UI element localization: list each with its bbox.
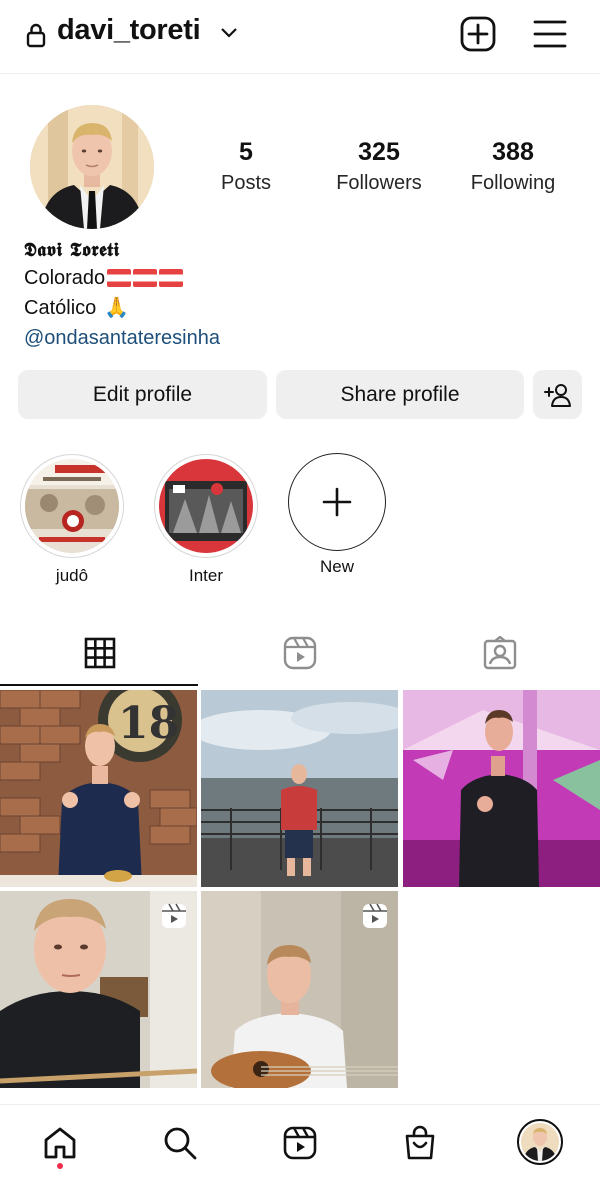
posts-value: 5 bbox=[239, 138, 253, 166]
highlight-ring bbox=[20, 454, 124, 558]
flag-icon bbox=[159, 269, 184, 287]
following-count[interactable]: 388 Following bbox=[443, 136, 583, 198]
profile-avatar[interactable] bbox=[30, 105, 154, 229]
search-icon bbox=[164, 1127, 197, 1160]
menu-icon[interactable] bbox=[533, 18, 567, 50]
top-bar: davi_toreti bbox=[0, 0, 600, 74]
highlight-judo[interactable]: judô bbox=[20, 454, 124, 586]
home-icon bbox=[44, 1127, 76, 1159]
highlight-ring bbox=[154, 454, 258, 558]
post-thumbnail[interactable] bbox=[201, 690, 398, 887]
reels-icon bbox=[283, 1126, 317, 1160]
tagged-icon bbox=[483, 636, 517, 670]
post-image bbox=[403, 690, 600, 887]
new-post-icon[interactable] bbox=[460, 16, 496, 52]
notification-dot bbox=[57, 1163, 63, 1169]
bio-line-2: Católico 🙏 bbox=[24, 293, 584, 323]
chevron-down-icon[interactable] bbox=[220, 26, 238, 40]
highlight-cover bbox=[159, 459, 253, 553]
edit-profile-button[interactable]: Edit profile bbox=[18, 370, 267, 419]
reels-icon bbox=[283, 636, 317, 670]
plus-icon bbox=[322, 487, 352, 517]
bio-text-2: Católico bbox=[24, 297, 97, 319]
bottom-navigation bbox=[0, 1104, 600, 1183]
following-label: Following bbox=[470, 172, 556, 194]
profile-tabs bbox=[0, 620, 600, 688]
reel-badge-icon bbox=[363, 903, 387, 928]
praying-hands-icon: 🙏 bbox=[104, 297, 130, 319]
nav-home[interactable] bbox=[40, 1123, 80, 1163]
grid-icon bbox=[84, 637, 116, 669]
post-thumbnail[interactable] bbox=[403, 690, 600, 887]
posts-label: Posts bbox=[220, 172, 272, 194]
highlight-new[interactable]: New bbox=[288, 453, 386, 577]
new-highlight-circle bbox=[288, 453, 386, 551]
highlight-label: New bbox=[319, 557, 354, 576]
followers-count[interactable]: 325 Followers bbox=[309, 136, 449, 198]
posts-count[interactable]: 5 Posts bbox=[176, 136, 316, 198]
add-person-icon bbox=[543, 383, 571, 407]
reel-badge-icon bbox=[162, 903, 186, 928]
lock-icon bbox=[26, 23, 46, 48]
reel-thumbnail[interactable] bbox=[201, 891, 398, 1088]
highlight-label: judô bbox=[55, 566, 89, 585]
reel-thumbnail[interactable] bbox=[0, 891, 197, 1088]
shop-icon bbox=[405, 1125, 435, 1160]
nav-shop[interactable] bbox=[400, 1123, 440, 1163]
svg-text:18: 18 bbox=[118, 698, 179, 749]
highlight-image bbox=[159, 459, 253, 553]
username[interactable]: davi_toreti bbox=[57, 14, 201, 47]
avatar-photo bbox=[521, 1123, 559, 1161]
nav-reels[interactable] bbox=[280, 1123, 320, 1163]
post-image bbox=[201, 690, 398, 887]
highlight-label: Inter bbox=[188, 566, 224, 585]
highlight-inter[interactable]: Inter bbox=[154, 454, 258, 586]
flag-icon bbox=[107, 269, 132, 287]
flag-icon bbox=[133, 269, 158, 287]
followers-value: 325 bbox=[358, 138, 400, 166]
followers-label: Followers bbox=[336, 172, 422, 194]
nav-profile[interactable] bbox=[517, 1119, 563, 1165]
bio-mention-link[interactable]: @ondasantateresinha bbox=[24, 323, 584, 353]
discover-people-button[interactable] bbox=[533, 370, 582, 419]
profile-avatar-small bbox=[521, 1123, 559, 1161]
avatar-photo bbox=[30, 105, 154, 229]
active-tab-indicator bbox=[0, 684, 198, 686]
tab-posts-grid[interactable] bbox=[0, 620, 200, 686]
bio-line-1: Colorado bbox=[24, 263, 584, 293]
nav-search[interactable] bbox=[160, 1123, 200, 1163]
following-value: 388 bbox=[492, 138, 534, 166]
tab-reels[interactable] bbox=[200, 620, 400, 686]
highlight-image bbox=[25, 459, 119, 553]
display-name: 𝕯𝖆𝖛𝖎 𝕿𝖔𝖗𝖊𝖙𝖎 bbox=[24, 239, 120, 261]
share-profile-button[interactable]: Share profile bbox=[276, 370, 524, 419]
bio-text-1: Colorado bbox=[24, 267, 106, 289]
bio: 𝕯𝖆𝖛𝖎 𝕿𝖔𝖗𝖊𝖙𝖎 Colorado Católico 🙏 @ondasan… bbox=[24, 237, 584, 353]
highlight-cover bbox=[25, 459, 119, 553]
tab-tagged[interactable] bbox=[400, 620, 600, 686]
post-image: 18 bbox=[0, 690, 197, 887]
post-thumbnail[interactable]: 18 bbox=[0, 690, 197, 887]
